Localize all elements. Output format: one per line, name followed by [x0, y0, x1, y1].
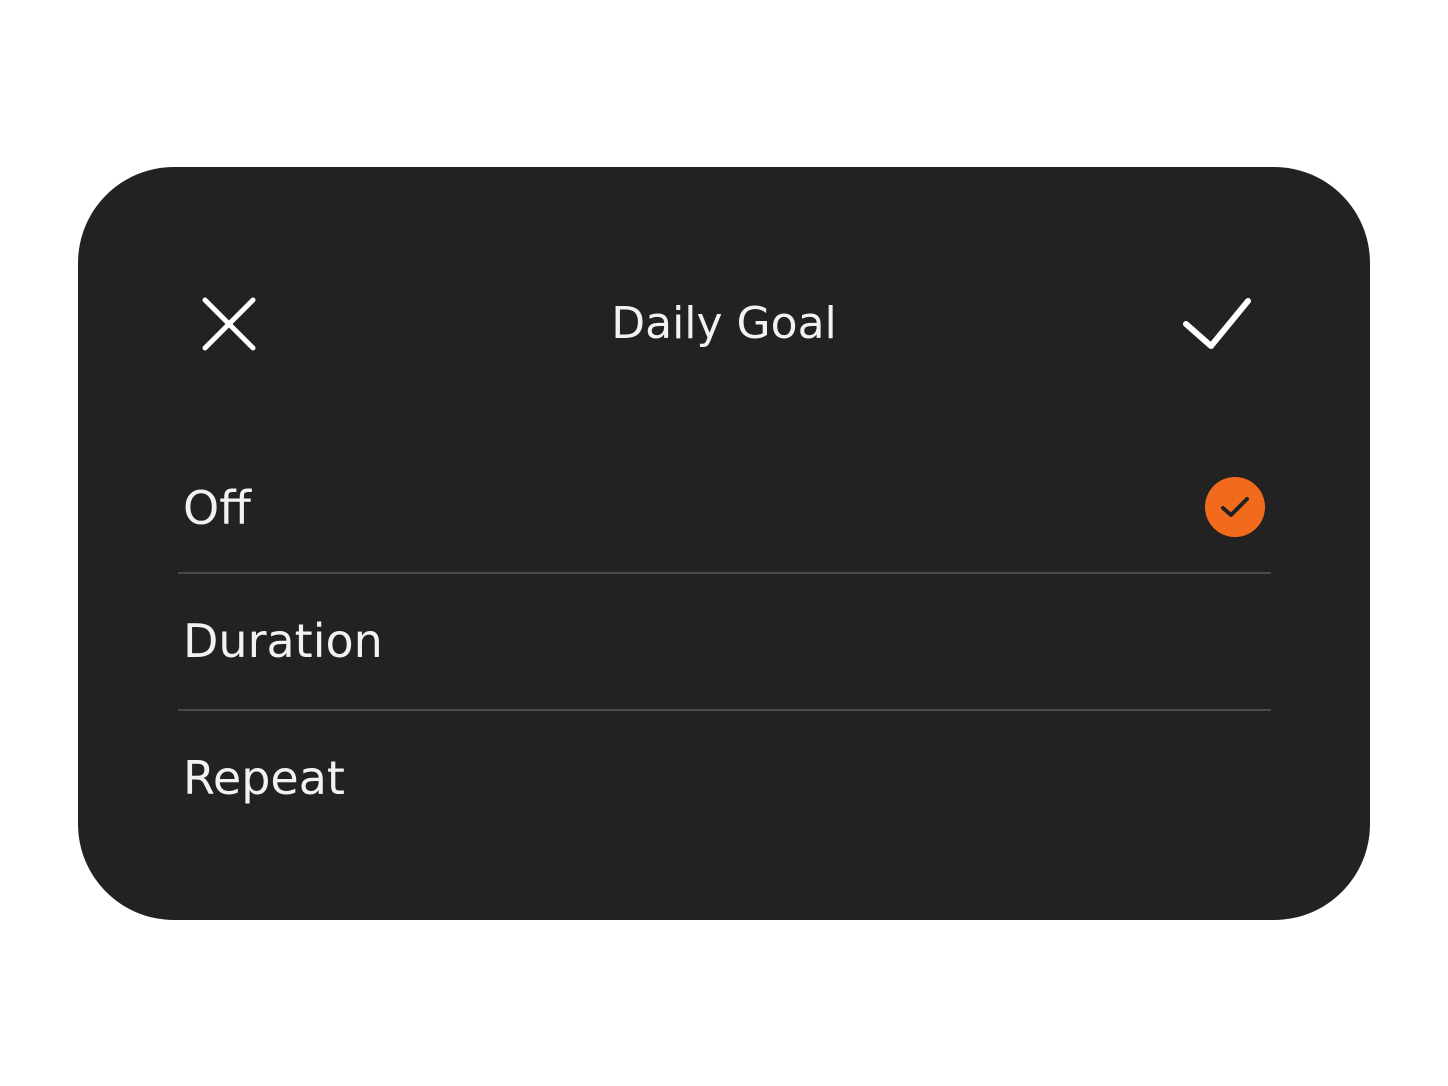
- selected-check-icon: [1205, 477, 1265, 537]
- checkmark-icon: [1183, 298, 1251, 349]
- daily-goal-dialog: Daily Goal Off Duration Repeat: [78, 167, 1370, 920]
- option-duration[interactable]: Duration: [178, 574, 1271, 711]
- option-label: Duration: [183, 614, 383, 668]
- option-label: Repeat: [183, 751, 345, 805]
- option-off[interactable]: Off: [178, 437, 1271, 574]
- goal-options-list: Off Duration Repeat: [178, 437, 1271, 846]
- option-label: Off: [183, 481, 251, 535]
- option-repeat[interactable]: Repeat: [178, 711, 1271, 846]
- confirm-button[interactable]: [1172, 283, 1262, 365]
